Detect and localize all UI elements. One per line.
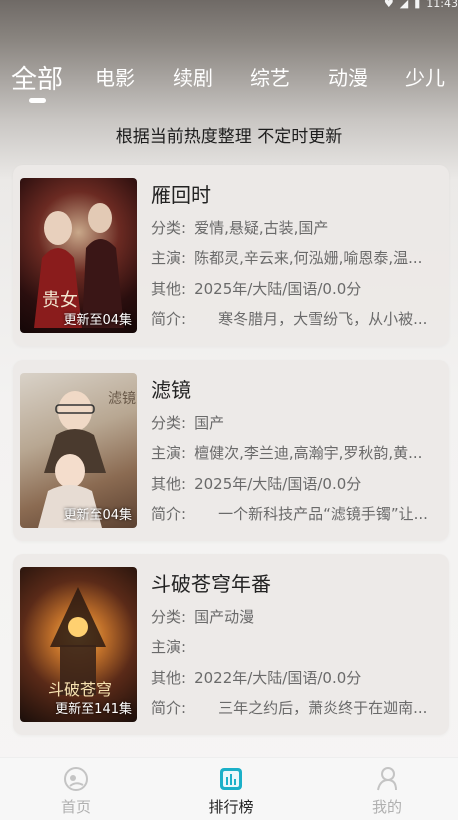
- card-title[interactable]: 斗破苍穹年番: [151, 568, 271, 597]
- nav-ranking-label: 排行榜: [208, 798, 254, 816]
- poster-title-art: 滤镜: [108, 391, 136, 407]
- episode-badge: 更新至141集: [55, 702, 132, 717]
- tab-movie[interactable]: 电影: [95, 62, 135, 91]
- ranking-card[interactable]: 贵女 更新至04集 雁回时 分类: 爱情,悬疑,古装,国产 主演: 陈都灵,辛云来,…: [13, 165, 449, 346]
- poster-title-art: 贵女: [42, 290, 78, 311]
- bottom-nav: 首页 排行榜 我的: [0, 757, 458, 820]
- ranking-subtitle: 根据当前热度整理 不定时更新: [115, 127, 343, 147]
- signal-icon: ◢: [399, 0, 409, 10]
- category-row: 分类: 国产动漫: [151, 608, 255, 626]
- home-icon: [63, 766, 89, 792]
- poster-image[interactable]: 贵女 更新至04集: [20, 178, 137, 333]
- wifi-icon: ♥: [383, 0, 394, 10]
- tab-series[interactable]: 续剧: [173, 62, 213, 91]
- intro-row: 简介: 寒冬腊月，大雪纷飞，从小被...: [151, 310, 428, 328]
- nav-ranking[interactable]: 排行榜: [176, 766, 286, 817]
- cast-row: 主演: 檀健次,李兰迪,高瀚宇,罗秋韵,黄...: [151, 444, 423, 462]
- card-title[interactable]: 滤镜: [151, 374, 191, 403]
- other-row: 其他: 2022年/大陆/国语/0.0分: [151, 669, 362, 687]
- other-row: 其他: 2025年/大陆/国语/0.0分: [151, 475, 362, 493]
- active-tab-indicator: [29, 98, 46, 103]
- ranking-card[interactable]: 斗破苍穹 更新至141集 斗破苍穹年番 分类: 国产动漫 主演: 其他: 2022年…: [13, 554, 449, 735]
- status-bar: ♥ ◢ ▮ 11:43: [0, 0, 458, 12]
- chart-icon: [218, 766, 244, 792]
- profile-icon: [374, 766, 400, 792]
- cast-row: 主演:: [151, 638, 187, 656]
- tab-anime[interactable]: 动漫: [328, 62, 368, 91]
- category-row: 分类: 国产: [151, 414, 225, 432]
- nav-profile-label: 我的: [371, 798, 402, 816]
- card-title[interactable]: 雁回时: [151, 179, 211, 208]
- episode-badge: 更新至04集: [63, 508, 132, 523]
- category-row: 分类: 爱情,悬疑,古装,国产: [151, 219, 329, 237]
- tab-all[interactable]: 全部: [11, 59, 63, 96]
- battery-icon: ▮: [414, 0, 421, 10]
- cast-row: 主演: 陈都灵,辛云来,何泓姗,喻恩泰,温...: [151, 249, 423, 267]
- nav-home[interactable]: 首页: [21, 766, 131, 817]
- nav-home-label: 首页: [60, 798, 91, 816]
- clock-time: 11:43: [426, 0, 458, 10]
- tab-variety[interactable]: 综艺: [250, 62, 290, 91]
- category-tabs: 全部 电影 续剧 综艺 动漫 少儿: [0, 62, 458, 102]
- tab-kids[interactable]: 少儿: [405, 62, 445, 91]
- poster-image[interactable]: 滤镜 更新至04集: [20, 373, 137, 528]
- intro-row: 简介: 一个新科技产品“滤镜手镯”让...: [151, 505, 428, 523]
- status-icons: ♥ ◢ ▮ 11:43: [384, 0, 458, 10]
- episode-badge: 更新至04集: [63, 313, 132, 328]
- poster-title-art: 斗破苍穹: [48, 680, 112, 699]
- poster-image[interactable]: 斗破苍穹 更新至141集: [20, 567, 137, 722]
- intro-row: 简介: 三年之约后，萧炎终于在迦南...: [151, 699, 428, 717]
- ranking-card[interactable]: 滤镜 更新至04集 滤镜 分类: 国产 主演: 檀健次,李兰迪,高瀚宇,罗秋韵,黄.…: [13, 360, 449, 541]
- other-row: 其他: 2025年/大陆/国语/0.0分: [151, 280, 362, 298]
- nav-profile[interactable]: 我的: [332, 766, 442, 817]
